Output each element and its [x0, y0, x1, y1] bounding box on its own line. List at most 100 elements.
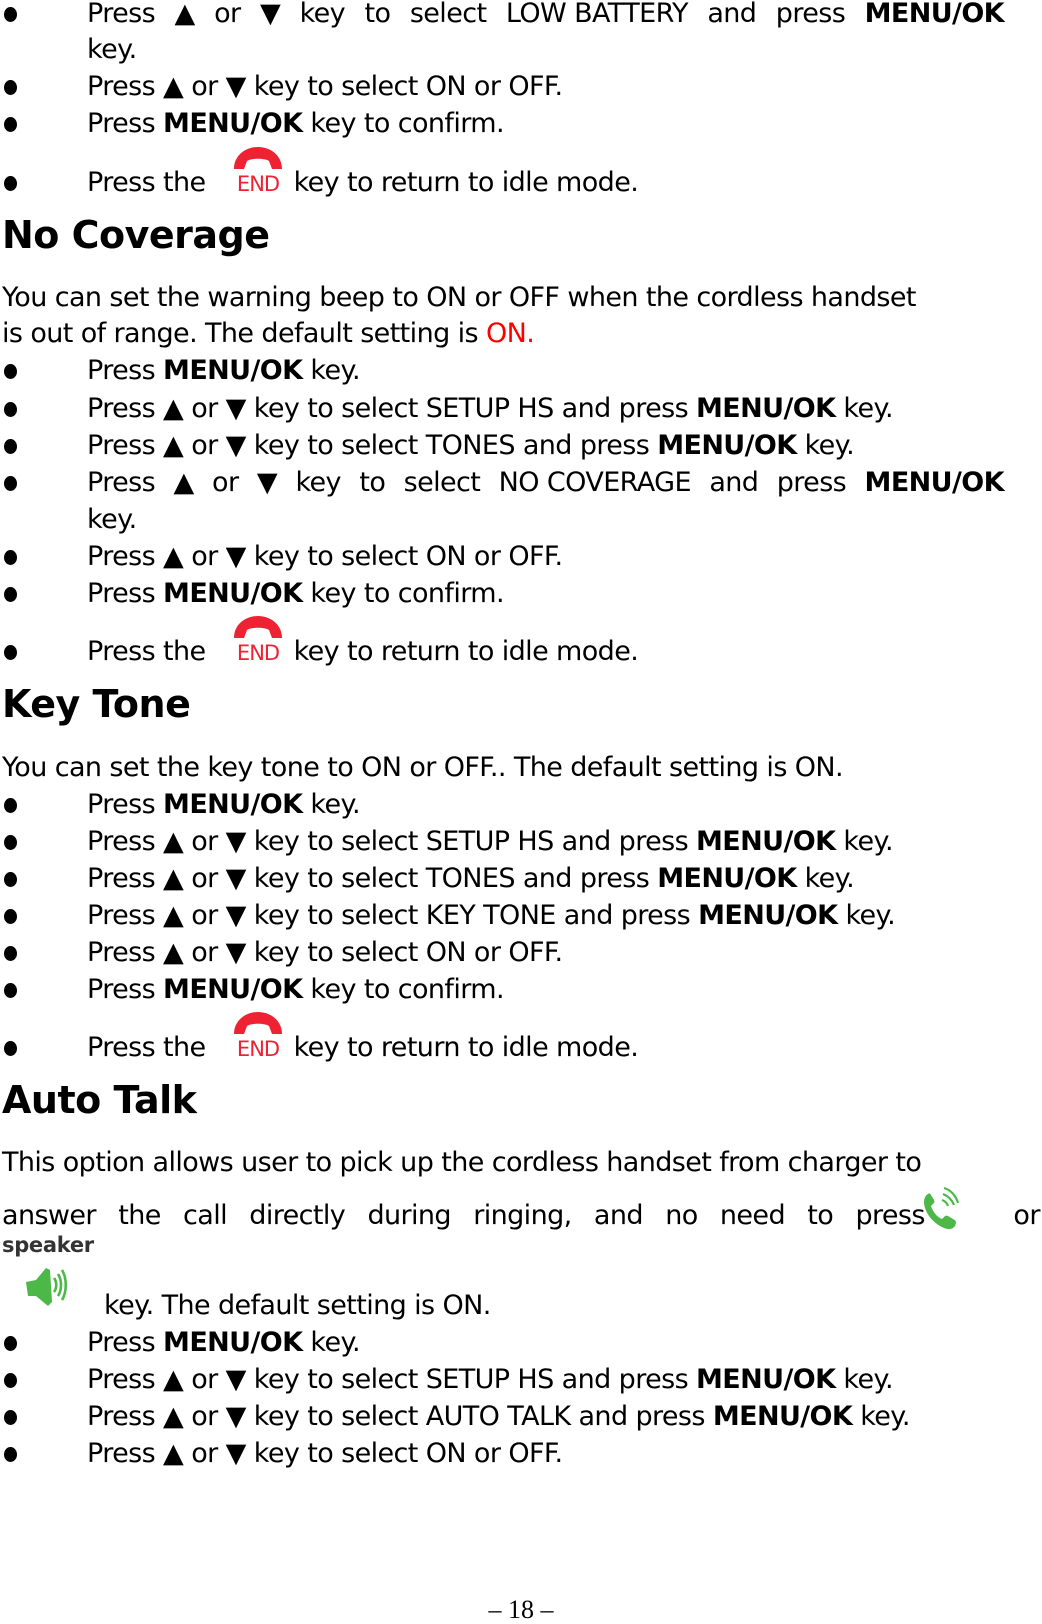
word: answer	[2, 1200, 97, 1231]
menu-item-name: NO COVERAGE	[498, 467, 692, 498]
list-item-wrap: key.	[87, 504, 137, 535]
menu-ok-key: MENU/OK	[696, 393, 836, 424]
list-item: Press ▲ or ▼ key to select TONES and pre…	[0, 861, 1042, 897]
talk-key-icon	[920, 1186, 960, 1234]
list-item: Press ▲ or ▼ key to select KEY TONE and …	[0, 898, 1042, 934]
default-value: ON.	[485, 318, 535, 349]
menu-ok-key: MENU/OK	[163, 355, 303, 386]
down-arrow-icon: ▼	[225, 863, 247, 894]
list-item: Press MENU/OK key to confirm.	[0, 106, 1042, 142]
menu-ok-key: MENU/OK	[657, 430, 797, 461]
section-heading-key-tone: Key Tone	[2, 682, 191, 726]
menu-ok-key: MENU/OK	[864, 467, 1005, 498]
bullet-icon	[4, 439, 17, 454]
up-arrow-icon: ▲	[163, 863, 184, 894]
word: ringing,	[473, 1200, 572, 1231]
up-arrow-icon: ▲	[173, 467, 194, 498]
down-arrow-icon: ▼	[259, 0, 281, 29]
list-item: Press MENU/OK key.	[0, 787, 1042, 823]
bullet-icon	[4, 1410, 17, 1425]
bullet-icon	[4, 7, 17, 22]
bullet-icon	[4, 946, 17, 961]
down-arrow-icon: ▼	[225, 1364, 247, 1395]
menu-ok-key: MENU/OK	[163, 578, 303, 609]
word: the	[118, 1200, 161, 1231]
bullet-icon	[4, 909, 17, 924]
bullet-icon	[4, 476, 17, 491]
list-item-wrap: key.	[87, 34, 137, 65]
word: and	[593, 1200, 644, 1231]
bullet-icon	[4, 1336, 17, 1351]
list-item: Press MENU/OK key.	[0, 1325, 1042, 1361]
bullet-icon	[4, 176, 17, 191]
list-item: Press ▲ or ▼ key to select ON or OFF.	[0, 1436, 1042, 1472]
list-item: Press MENU/OK key to confirm.	[0, 972, 1042, 1008]
end-call-key-icon: END	[228, 612, 288, 668]
word: directly	[249, 1200, 346, 1231]
end-call-key-icon: END	[228, 1008, 288, 1064]
down-arrow-icon: ▼	[256, 467, 278, 498]
list-item: Press ▲ or ▼ key to select NO COVERAGE and…	[0, 465, 1042, 501]
word: to	[807, 1200, 834, 1231]
menu-ok-key: MENU/OK	[163, 789, 303, 820]
section-heading-auto-talk: Auto Talk	[2, 1078, 197, 1122]
menu-ok-key: MENU/OK	[163, 1327, 303, 1358]
list-item: Press MENU/OK key to confirm.	[0, 576, 1042, 612]
down-arrow-icon: ▼	[225, 430, 247, 461]
svg-text:END: END	[237, 641, 279, 665]
down-arrow-icon: ▼	[225, 937, 247, 968]
word: call	[183, 1200, 228, 1231]
up-arrow-icon: ▲	[163, 1438, 184, 1469]
end-call-key-icon: END	[228, 143, 288, 199]
up-arrow-icon: ▲	[163, 430, 184, 461]
list-item: Press ▲ or ▼ key to select ON or OFF.	[0, 539, 1042, 575]
down-arrow-icon: ▼	[225, 393, 247, 424]
word: during	[367, 1200, 451, 1231]
list-item: Press MENU/OK key.	[0, 353, 1042, 389]
bullet-icon	[4, 117, 17, 132]
list-item: Press ▲ or ▼ key to select SETUP HS and …	[0, 391, 1042, 427]
list-item: Press ▲ or ▼ key to select SETUP HS and …	[0, 824, 1042, 860]
word: press	[855, 1200, 925, 1231]
paragraph: This option allows user to pick up the c…	[2, 1147, 922, 1178]
menu-item-name: LOW BATTERY	[505, 0, 689, 29]
bullet-icon	[4, 364, 17, 379]
word: no	[665, 1200, 698, 1231]
down-arrow-icon: ▼	[225, 1401, 247, 1432]
bullet-icon	[4, 402, 17, 417]
paragraph: answer the call directly during ringing, and no…	[2, 1198, 1040, 1234]
list-item: Press ▲ or ▼ key to select ON or OFF.	[0, 69, 1042, 105]
bullet-icon	[4, 835, 17, 850]
word: or	[1013, 1200, 1040, 1231]
list-item: Press ▲ or ▼ key to select AUTO TALK and…	[0, 1399, 1042, 1435]
up-arrow-icon: ▲	[163, 937, 184, 968]
bullet-icon	[4, 587, 17, 602]
bullet-icon	[4, 550, 17, 565]
menu-ok-key: MENU/OK	[864, 0, 1005, 29]
page-number: – 18 –	[488, 1595, 554, 1624]
bullet-icon	[4, 1447, 17, 1462]
bullet-icon	[4, 645, 17, 660]
down-arrow-icon: ▼	[225, 541, 247, 572]
menu-ok-key: MENU/OK	[696, 1364, 836, 1395]
menu-ok-key: MENU/OK	[163, 974, 303, 1005]
paragraph: is out of range. The default setting is …	[2, 318, 535, 349]
menu-ok-key: MENU/OK	[696, 826, 836, 857]
up-arrow-icon: ▲	[163, 1401, 184, 1432]
paragraph: You can set the key tone to ON or OFF.. …	[2, 752, 844, 783]
word: need	[719, 1200, 786, 1231]
list-item: Press ▲ or ▼ key to select SETUP HS and …	[0, 1362, 1042, 1398]
menu-ok-key: MENU/OK	[712, 1401, 853, 1432]
bullet-icon	[4, 1041, 17, 1056]
svg-text:END: END	[237, 1037, 279, 1061]
down-arrow-icon: ▼	[225, 71, 247, 102]
bullet-icon	[4, 872, 17, 887]
speaker-key-icon	[22, 1264, 70, 1310]
manual-page: Press ▲ or ▼ key to select LOW BATTERY and…	[0, 0, 1042, 1624]
bullet-icon	[4, 1373, 17, 1388]
svg-text:END: END	[237, 172, 279, 196]
list-item: Press ▲ or ▼ key to select LOW BATTERY and…	[0, 0, 1042, 32]
menu-ok-key: MENU/OK	[657, 863, 797, 894]
menu-ok-key: MENU/OK	[698, 900, 838, 931]
up-arrow-icon: ▲	[163, 1364, 184, 1395]
